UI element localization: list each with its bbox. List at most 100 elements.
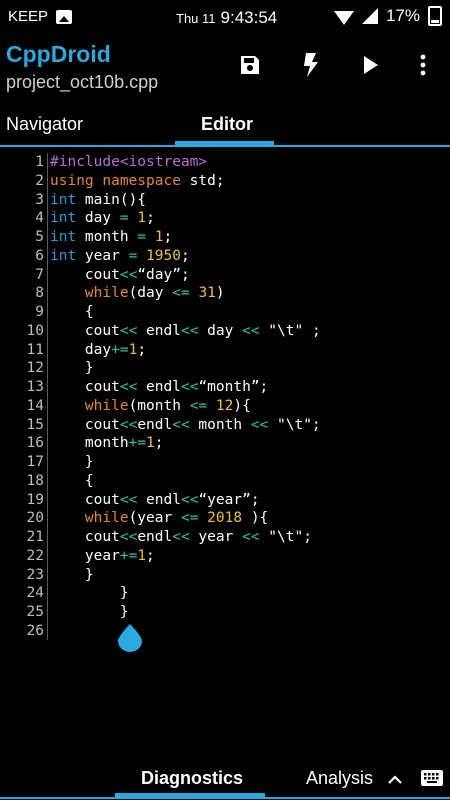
code-line[interactable]: 17 } xyxy=(0,453,450,472)
build-button[interactable] xyxy=(295,50,325,80)
code-token: ; xyxy=(146,210,155,227)
tab-divider xyxy=(0,145,450,147)
code-token: int xyxy=(50,229,77,245)
code-line[interactable]: 25 } xyxy=(0,603,450,622)
code-line[interactable]: 18 { xyxy=(0,472,450,491)
code-token: main(){ xyxy=(76,191,147,208)
code-line[interactable]: 6 int year = 1950; xyxy=(0,247,450,266)
status-time: 9:43:54 xyxy=(220,8,278,27)
code-line[interactable]: 8 while(day <= 31) xyxy=(0,284,450,303)
code-line[interactable]: 15 cout<<endl<< month << "\t"; xyxy=(0,416,450,435)
code-text: while(month <= 12){ xyxy=(50,397,251,416)
code-text: #include<iostream> xyxy=(50,153,207,172)
code-token: << xyxy=(242,322,260,339)
keyboard-icon[interactable] xyxy=(421,770,443,786)
code-token: "\t"; xyxy=(268,416,321,433)
status-clock: Thu 11 9:43:54 xyxy=(176,8,277,28)
code-line[interactable]: 12 } xyxy=(0,359,450,378)
code-text: int main(){ xyxy=(50,191,146,210)
line-number: 20 xyxy=(26,510,44,527)
save-button[interactable] xyxy=(235,50,265,80)
code-line[interactable]: 1 #include<iostream> xyxy=(0,153,450,172)
code-text: year+=1; xyxy=(50,547,155,566)
code-line[interactable]: 20 while(year <= 2018 ){ xyxy=(0,509,450,528)
tab-diagnostics[interactable]: Diagnostics xyxy=(141,768,243,789)
line-number: 1 xyxy=(35,154,44,170)
code-editor[interactable]: 1 #include<iostream> 2 using namespace std;… xyxy=(0,153,450,641)
code-text: month+=1; xyxy=(50,434,164,453)
code-line[interactable]: 24 } xyxy=(0,584,450,603)
code-line[interactable]: 5 int month = 1; xyxy=(0,228,450,247)
bottom-tab-divider xyxy=(0,797,450,799)
text-cursor-handle-icon[interactable] xyxy=(117,624,143,652)
code-line[interactable]: 19 cout<< endl<<“year”; xyxy=(0,491,450,510)
code-token: std; xyxy=(180,172,225,189)
line-number: 2 xyxy=(35,172,44,189)
tab-navigator[interactable]: Navigator xyxy=(6,114,83,135)
code-line[interactable]: 23 } xyxy=(0,566,450,585)
code-token: cout xyxy=(50,322,120,339)
code-token: << xyxy=(180,322,199,339)
code-line[interactable]: 26 xyxy=(0,622,450,641)
code-token: “month”; xyxy=(198,379,269,395)
code-line[interactable]: 2 using namespace std; xyxy=(0,172,450,191)
code-line[interactable]: 11 day+=1; xyxy=(0,341,450,360)
image-notification-icon xyxy=(56,9,73,24)
code-line[interactable]: 14 while(month <= 12){ xyxy=(0,397,450,416)
code-token: ){ xyxy=(242,510,269,527)
code-line[interactable]: 3 int main(){ xyxy=(0,191,450,210)
code-text: while(day <= 31) xyxy=(50,284,225,303)
line-number: 8 xyxy=(35,285,44,302)
line-number: 11 xyxy=(26,341,44,358)
code-token: 1 xyxy=(154,229,164,245)
status-right: 17% xyxy=(333,6,442,26)
more-options-button[interactable] xyxy=(408,50,438,80)
code-text: cout<< endl<<“year”; xyxy=(50,491,260,510)
code-line[interactable]: 13 cout<< endl<<“month”; xyxy=(0,378,450,397)
code-token: int xyxy=(50,247,77,264)
more-vert-icon xyxy=(420,54,426,76)
code-token: << xyxy=(242,529,260,545)
battery-percent: 17% xyxy=(385,6,420,25)
code-token: “year”; xyxy=(198,491,260,508)
code-text: while(year <= 2018 ){ xyxy=(50,509,268,528)
code-line[interactable]: 22 year+=1; xyxy=(0,547,450,566)
code-token: endl xyxy=(137,416,173,433)
wifi-icon xyxy=(333,11,354,25)
code-text: day+=1; xyxy=(50,341,146,360)
tab-editor[interactable]: Editor xyxy=(201,114,253,135)
line-number: 26 xyxy=(26,622,44,639)
code-line[interactable]: 7 cout<<“day”; xyxy=(0,266,450,285)
code-token: year xyxy=(76,247,129,264)
code-token: ; xyxy=(180,247,190,264)
code-token: #include<iostream> xyxy=(50,154,208,170)
code-line[interactable]: 4 int day = 1; xyxy=(0,209,450,228)
app-bar: CppDroid project_oct10b.cpp xyxy=(0,34,450,104)
code-token: } xyxy=(50,566,94,583)
code-line[interactable]: 10 cout<< endl<< day << "\t" ; xyxy=(0,322,450,341)
code-token: << xyxy=(119,529,138,545)
code-token: << xyxy=(250,416,269,433)
line-number: 6 xyxy=(35,247,44,264)
code-text: } xyxy=(50,584,129,603)
status-app-name: KEEP xyxy=(8,8,49,25)
code-token: (month xyxy=(128,397,190,414)
code-token: << xyxy=(119,266,138,283)
code-token: 2018 xyxy=(207,510,243,527)
code-token: << xyxy=(180,379,199,395)
run-button[interactable] xyxy=(355,50,385,80)
code-token: = xyxy=(137,229,147,245)
code-line[interactable]: 16 month+=1; xyxy=(0,434,450,453)
code-text: cout<< endl<< day << "\t" ; xyxy=(50,322,321,341)
line-number: 14 xyxy=(26,397,44,414)
code-text: int day = 1; xyxy=(50,209,155,228)
code-line[interactable]: 9 { xyxy=(0,303,450,322)
chevron-up-icon[interactable] xyxy=(388,774,402,784)
tab-analysis[interactable]: Analysis xyxy=(306,768,373,789)
code-text: cout<<endl<< month << "\t"; xyxy=(50,416,321,435)
line-number: 9 xyxy=(35,304,44,320)
code-line[interactable]: 21 cout<<endl<< year << "\t"; xyxy=(0,528,450,547)
code-token: month xyxy=(76,229,138,245)
